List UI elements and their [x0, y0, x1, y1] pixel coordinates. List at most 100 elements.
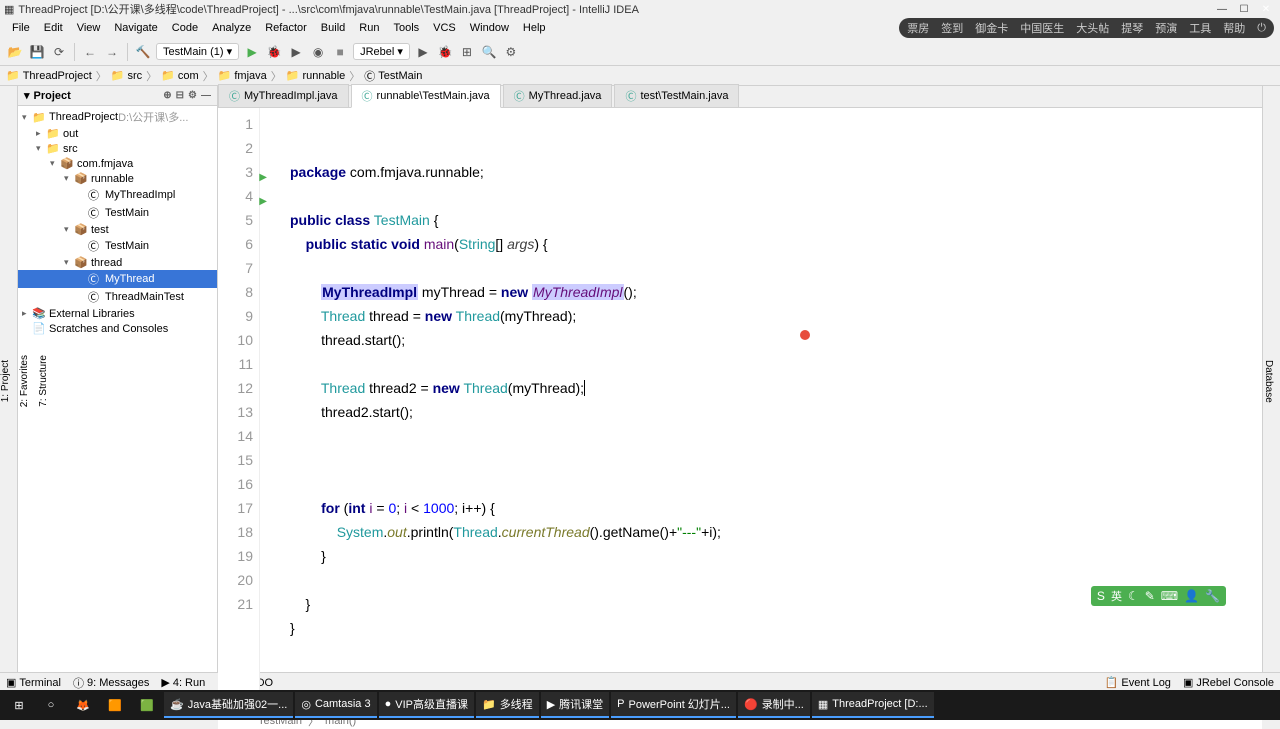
tree-node[interactable]: ⒸTestMain	[18, 237, 217, 255]
bc-src[interactable]: 📁 src	[111, 69, 142, 82]
rp-4[interactable]: 大头帖	[1076, 20, 1109, 36]
bc-com[interactable]: 📁 com	[161, 69, 198, 82]
menu-view[interactable]: View	[71, 20, 107, 36]
tk-java[interactable]: ☕ Java基础加强02一...	[164, 692, 293, 718]
build-icon[interactable]: 🔨	[134, 43, 152, 61]
editor-tab[interactable]: Ⓒrunnable\TestMain.java	[351, 84, 501, 108]
stop-icon[interactable]: ■	[331, 43, 349, 61]
menu-analyze[interactable]: Analyze	[206, 20, 257, 36]
rp-6[interactable]: 预演	[1155, 20, 1177, 36]
ime-wrench-icon[interactable]: 🔧	[1205, 589, 1220, 603]
bt-messages[interactable]: ⓘ 9: Messages	[73, 675, 149, 691]
strip-favorites[interactable]: 2: Favorites	[19, 351, 30, 411]
tk-idea[interactable]: ▦ ThreadProject [D:...	[812, 692, 934, 718]
structure-icon[interactable]: ⊞	[458, 43, 476, 61]
strip-project[interactable]: 1: Project	[0, 356, 11, 406]
editor-tab[interactable]: ⒸMyThread.java	[503, 84, 613, 107]
rp-3[interactable]: 中国医生	[1020, 20, 1064, 36]
tree-node[interactable]: ▸📚External Libraries	[18, 306, 217, 321]
editor-tab[interactable]: Ⓒtest\TestMain.java	[614, 84, 739, 107]
search-icon[interactable]: 🔍	[480, 43, 498, 61]
tk-vip[interactable]: ● VIP高级直播课	[379, 692, 474, 718]
run-config-select[interactable]: TestMain (1) ▾	[156, 43, 239, 60]
menu-build[interactable]: Build	[315, 20, 351, 36]
rp-0[interactable]: 票房	[907, 20, 929, 36]
bt-terminal[interactable]: ▣ Terminal	[6, 676, 61, 689]
rp-2[interactable]: 御金卡	[975, 20, 1008, 36]
tree-node[interactable]: ▾📦thread	[18, 255, 217, 270]
ime-lang[interactable]: 英	[1111, 588, 1122, 604]
forward-icon[interactable]: →	[103, 43, 121, 61]
menu-run[interactable]: Run	[353, 20, 385, 36]
tk-ppt[interactable]: P PowerPoint 幻灯片...	[611, 692, 736, 718]
bc-file[interactable]: Ⓒ TestMain	[364, 68, 422, 84]
debug-icon[interactable]: 🐞	[265, 43, 283, 61]
bc-fmjava[interactable]: 📁 fmjava	[218, 69, 267, 82]
menu-help[interactable]: Help	[517, 20, 552, 36]
rp-8[interactable]: 帮助	[1223, 20, 1245, 36]
tree-node[interactable]: ▸📁out	[18, 126, 217, 141]
menu-file[interactable]: File	[6, 20, 36, 36]
tree-node[interactable]: ▾📁ThreadProject D:\公开课\多...	[18, 108, 217, 126]
tree-node[interactable]: ▾📁src	[18, 141, 217, 156]
menu-navigate[interactable]: Navigate	[108, 20, 163, 36]
editor-tab[interactable]: ⒸMyThreadImpl.java	[218, 84, 349, 107]
menu-code[interactable]: Code	[166, 20, 204, 36]
power-icon[interactable]: ⏻	[1257, 22, 1266, 35]
jr-debug-icon[interactable]: 🐞	[436, 43, 454, 61]
bc-runnable[interactable]: 📁 runnable	[286, 69, 346, 82]
tree-node[interactable]: ⒸTestMain	[18, 204, 217, 222]
open-icon[interactable]: 📂	[6, 43, 24, 61]
tree-node[interactable]: 📄Scratches and Consoles	[18, 321, 217, 336]
tree-node[interactable]: ⒸThreadMainTest	[18, 288, 217, 306]
select-opened-icon[interactable]: ⊕	[163, 90, 171, 101]
tk-start[interactable]: ⊞	[4, 692, 34, 718]
dump-icon[interactable]: ◉	[309, 43, 327, 61]
strip-database[interactable]: Database	[1263, 356, 1274, 407]
jr-run-icon[interactable]: ▶	[414, 43, 432, 61]
ime-bar[interactable]: S 英 ☾ ✎ ⌨ 👤 🔧	[1091, 586, 1226, 606]
tk-recording[interactable]: 🔴 录制中...	[738, 692, 810, 718]
settings-icon[interactable]: ⚙	[502, 43, 520, 61]
gear-icon[interactable]: ⚙	[188, 90, 197, 101]
rp-7[interactable]: 工具	[1189, 20, 1211, 36]
hide-icon[interactable]: —	[201, 90, 211, 101]
refresh-icon[interactable]: ⟳	[50, 43, 68, 61]
strip-structure[interactable]: 7: Structure	[38, 351, 49, 411]
tk-app2-icon[interactable]: 🟩	[132, 692, 162, 718]
menu-vcs[interactable]: VCS	[427, 20, 462, 36]
tk-threads[interactable]: 📁 多线程	[476, 692, 539, 718]
ime-user-icon[interactable]: 👤	[1184, 589, 1199, 603]
code-area[interactable]: package com.fmjava.runnable; public clas…	[260, 108, 1262, 712]
rp-1[interactable]: 签到	[941, 20, 963, 36]
tree-node[interactable]: ▾📦runnable	[18, 171, 217, 186]
coverage-icon[interactable]: ▶	[287, 43, 305, 61]
ime-key-icon[interactable]: ⌨	[1161, 589, 1178, 603]
editor-body[interactable]: 123▶4▶56789101112131415161718192021 pack…	[218, 108, 1262, 712]
ime-moon-icon[interactable]: ☾	[1128, 589, 1139, 603]
tree-node[interactable]: ⒸMyThreadImpl	[18, 186, 217, 204]
bc-project[interactable]: 📁 ThreadProject	[6, 69, 92, 82]
minimize-button[interactable]: —	[1212, 2, 1232, 16]
tk-firefox-icon[interactable]: 🦊	[68, 692, 98, 718]
collapse-icon[interactable]: ⊟	[176, 90, 184, 101]
menu-refactor[interactable]: Refactor	[259, 20, 313, 36]
run-icon[interactable]: ▶	[243, 43, 261, 61]
tk-camtasia[interactable]: ◎ Camtasia 3	[295, 692, 376, 718]
tree-node[interactable]: ⒸMyThread	[18, 270, 217, 288]
tk-tencent[interactable]: ▶ 腾讯课堂	[541, 692, 609, 718]
tk-app1-icon[interactable]: 🟧	[100, 692, 130, 718]
jrebel-select[interactable]: JRebel ▾	[353, 43, 410, 60]
maximize-button[interactable]: ☐	[1234, 2, 1254, 16]
tree-node[interactable]: ▾📦com.fmjava	[18, 156, 217, 171]
save-icon[interactable]: 💾	[28, 43, 46, 61]
tree-node[interactable]: ▾📦test	[18, 222, 217, 237]
rp-5[interactable]: 提琴	[1121, 20, 1143, 36]
back-icon[interactable]: ←	[81, 43, 99, 61]
bt-run[interactable]: ▶ 4: Run	[161, 676, 205, 689]
tk-cortana[interactable]: ○	[36, 692, 66, 718]
menu-edit[interactable]: Edit	[38, 20, 69, 36]
close-button[interactable]: ✕	[1256, 2, 1276, 16]
ime-tool-icon[interactable]: ✎	[1145, 589, 1155, 603]
menu-tools[interactable]: Tools	[387, 20, 425, 36]
